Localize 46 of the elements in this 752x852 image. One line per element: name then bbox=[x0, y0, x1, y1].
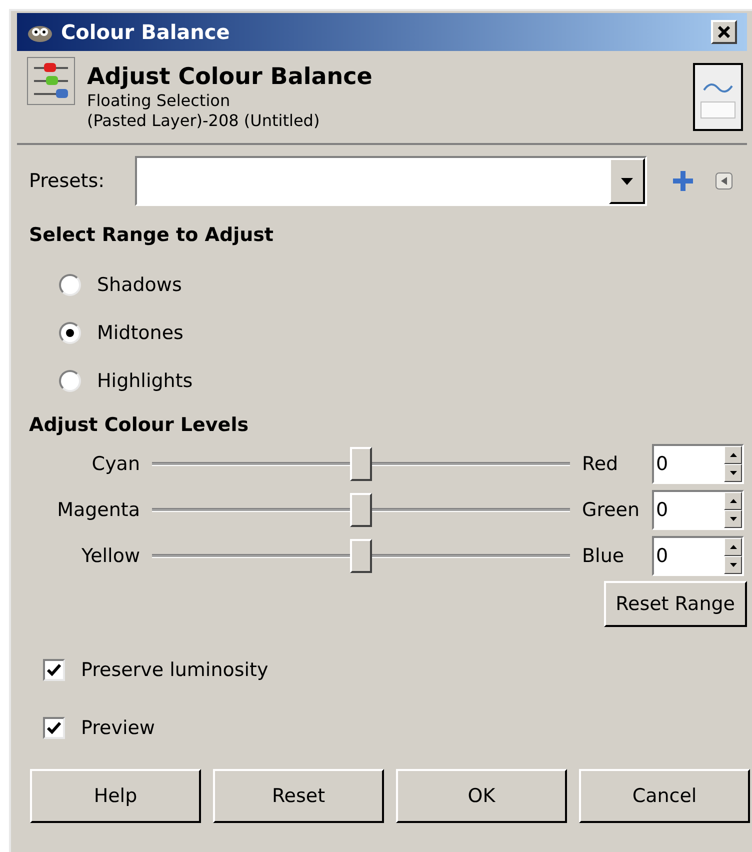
slider-thumb[interactable] bbox=[350, 493, 372, 527]
slider[interactable] bbox=[152, 493, 570, 527]
radio-button[interactable] bbox=[59, 370, 81, 392]
value-spinbox[interactable]: 0 bbox=[652, 444, 744, 484]
slider[interactable] bbox=[152, 447, 570, 481]
dialog-subtitle: Floating Selection bbox=[87, 91, 232, 112]
value-spinbox[interactable]: 0 bbox=[652, 490, 744, 530]
slider-right-label: Blue bbox=[581, 544, 626, 569]
dialog-heading: Adjust Colour Balance bbox=[87, 62, 374, 92]
radio-label: Highlights bbox=[97, 368, 193, 394]
dialog-button[interactable]: Reset bbox=[213, 769, 384, 823]
presets-label: Presets: bbox=[29, 168, 106, 194]
presets-dropdown[interactable] bbox=[135, 156, 647, 206]
checkmark-icon bbox=[47, 722, 61, 734]
slider-left-label: Cyan bbox=[90, 452, 141, 477]
layer-name: (Pasted Layer)-208 (Untitled) bbox=[87, 111, 321, 132]
dialog-button[interactable]: Help bbox=[30, 769, 201, 823]
dialog-button[interactable]: Cancel bbox=[579, 769, 750, 823]
radio-label: Shadows bbox=[97, 272, 182, 298]
checkbox-label: Preserve luminosity bbox=[81, 658, 268, 683]
slider-right-label: Green bbox=[581, 498, 641, 523]
slider-thumb[interactable] bbox=[350, 539, 372, 573]
reset-range-button[interactable]: Reset Range bbox=[604, 581, 747, 627]
radio-button[interactable] bbox=[59, 322, 81, 344]
close-icon bbox=[718, 26, 730, 38]
checkbox-label: Preview bbox=[81, 716, 155, 741]
slider-left-label: Yellow bbox=[80, 544, 141, 569]
section-heading: Adjust Colour Levels bbox=[28, 413, 250, 438]
dropdown-arrow-icon bbox=[621, 178, 633, 184]
curves-thumbnail-icon bbox=[693, 63, 743, 131]
checkbox[interactable] bbox=[43, 659, 65, 681]
slider-thumb[interactable] bbox=[350, 447, 372, 481]
add-icon[interactable] bbox=[671, 169, 695, 193]
checkmark-icon bbox=[47, 664, 61, 676]
window-title: Colour Balance bbox=[61, 19, 231, 46]
section-heading: Select Range to Adjust bbox=[28, 223, 274, 248]
slider-left-label: Magenta bbox=[56, 498, 141, 523]
value-spinbox[interactable]: 0 bbox=[652, 536, 744, 576]
dialog-button[interactable]: OK bbox=[396, 769, 567, 823]
slider-right-label: Red bbox=[581, 452, 620, 477]
close-button[interactable] bbox=[711, 20, 737, 44]
radio-button[interactable] bbox=[59, 274, 81, 296]
radio-label: Midtones bbox=[97, 320, 184, 346]
color-balance-icon bbox=[27, 57, 75, 105]
slider[interactable] bbox=[152, 539, 570, 573]
checkbox[interactable] bbox=[43, 717, 65, 739]
